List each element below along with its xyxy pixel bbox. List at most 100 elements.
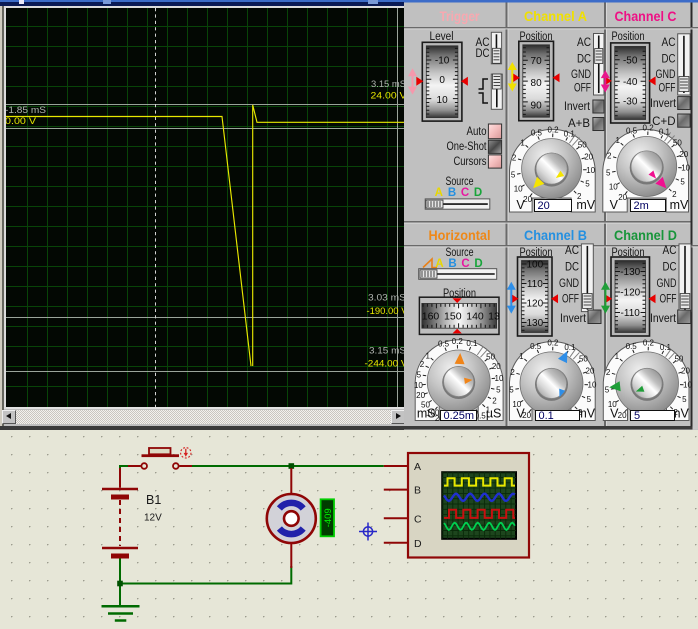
svg-text:24.00 V: 24.00 V xyxy=(371,91,407,102)
svg-text:10: 10 xyxy=(586,166,595,175)
svg-text:GND: GND xyxy=(656,69,676,81)
svg-text:-10: -10 xyxy=(435,56,450,67)
svg-text:3.15 mS: 3.15 mS xyxy=(371,79,406,90)
svg-text:OFF: OFF xyxy=(562,294,579,306)
svg-text:mV: mV xyxy=(670,198,689,212)
svg-text:AC: AC xyxy=(663,245,677,257)
svg-text:50: 50 xyxy=(486,352,495,361)
svg-text:10: 10 xyxy=(681,164,690,173)
svg-text:-30: -30 xyxy=(623,97,638,108)
svg-text:AC: AC xyxy=(662,37,676,49)
svg-text:0.5: 0.5 xyxy=(438,340,450,349)
svg-text:-110: -110 xyxy=(621,308,641,319)
svg-text:Invert: Invert xyxy=(564,101,591,113)
svg-text:0.2: 0.2 xyxy=(643,123,655,132)
svg-text:160: 160 xyxy=(422,311,440,323)
svg-text:3.03 mS: 3.03 mS xyxy=(368,293,406,304)
svg-text:10: 10 xyxy=(609,182,618,191)
svg-text:50: 50 xyxy=(673,138,682,147)
svg-text:D: D xyxy=(414,538,422,550)
svg-text:2: 2 xyxy=(510,368,515,377)
svg-text:DC: DC xyxy=(663,262,677,274)
svg-text:-130: -130 xyxy=(620,267,640,278)
svg-text:10: 10 xyxy=(437,95,449,106)
svg-text:5: 5 xyxy=(605,386,610,395)
svg-text:-1.85 mS: -1.85 mS xyxy=(6,105,46,116)
svg-text:20: 20 xyxy=(679,150,688,159)
svg-text:DC: DC xyxy=(577,54,591,66)
svg-text:1: 1 xyxy=(615,352,620,361)
svg-text:-40: -40 xyxy=(623,77,638,88)
svg-text:0.00 V: 0.00 V xyxy=(6,116,37,127)
svg-text:80: 80 xyxy=(531,78,543,89)
svg-text:Cursors: Cursors xyxy=(454,156,487,168)
svg-text:GND: GND xyxy=(657,278,677,290)
svg-text:100: 100 xyxy=(526,260,543,271)
svg-text:140: 140 xyxy=(466,311,484,323)
svg-text:0.2: 0.2 xyxy=(547,125,559,134)
svg-text:0.5: 0.5 xyxy=(626,126,638,135)
svg-text:12V: 12V xyxy=(144,513,162,524)
svg-text:20: 20 xyxy=(681,367,690,376)
svg-text:V: V xyxy=(610,198,619,212)
svg-text:-120: -120 xyxy=(620,288,640,299)
svg-text:-50: -50 xyxy=(623,55,638,66)
svg-text:10: 10 xyxy=(495,374,504,383)
svg-text:0.5: 0.5 xyxy=(530,342,542,351)
svg-text:2: 2 xyxy=(420,360,425,369)
svg-text:1: 1 xyxy=(425,351,430,360)
svg-text:5: 5 xyxy=(682,395,687,404)
svg-text:10: 10 xyxy=(683,381,692,390)
svg-text:0.1: 0.1 xyxy=(466,339,478,348)
svg-text:20: 20 xyxy=(492,362,501,371)
svg-text:C+D: C+D xyxy=(652,116,675,128)
svg-text:0.5: 0.5 xyxy=(531,129,543,138)
svg-text:1: 1 xyxy=(520,138,525,147)
svg-text:V: V xyxy=(516,198,525,212)
svg-text:110: 110 xyxy=(527,279,543,290)
svg-text:Level: Level xyxy=(430,31,454,43)
svg-text:0.2: 0.2 xyxy=(643,339,655,348)
svg-text:B1: B1 xyxy=(146,493,161,507)
svg-text:50: 50 xyxy=(578,140,587,149)
svg-text:mS: mS xyxy=(417,407,436,421)
svg-text:0: 0 xyxy=(439,75,445,86)
svg-text:DC: DC xyxy=(476,48,490,60)
svg-text:A+B: A+B xyxy=(568,118,590,130)
svg-text:70: 70 xyxy=(531,56,543,67)
svg-text:5: 5 xyxy=(587,395,592,404)
svg-text:0.2: 0.2 xyxy=(547,339,559,348)
svg-text:AC: AC xyxy=(565,245,579,257)
svg-text:2: 2 xyxy=(492,396,497,405)
svg-text:10: 10 xyxy=(414,381,423,390)
svg-text:0.2: 0.2 xyxy=(452,337,464,346)
svg-text:mV: mV xyxy=(576,198,595,212)
svg-text:5: 5 xyxy=(585,180,590,189)
svg-text:V: V xyxy=(516,407,525,421)
svg-text:DC: DC xyxy=(662,54,676,66)
svg-text:Auto: Auto xyxy=(467,126,487,138)
svg-text:5: 5 xyxy=(680,178,685,187)
svg-text:5: 5 xyxy=(496,386,501,395)
svg-text:13: 13 xyxy=(488,311,500,323)
svg-text:3.15 mS: 3.15 mS xyxy=(369,346,406,357)
svg-text:2: 2 xyxy=(606,368,611,377)
svg-text:0.1: 0.1 xyxy=(564,343,576,352)
svg-text:DC: DC xyxy=(565,262,579,274)
svg-text:Channel A: Channel A xyxy=(524,9,587,24)
svg-text:20: 20 xyxy=(416,391,425,400)
svg-text:Position: Position xyxy=(612,31,645,43)
svg-text:Trigger: Trigger xyxy=(440,9,481,24)
svg-text:Invert: Invert xyxy=(650,98,677,110)
svg-text:µS: µS xyxy=(486,407,502,421)
svg-text:0.5: 0.5 xyxy=(626,342,638,351)
svg-text:Channel B: Channel B xyxy=(524,228,587,243)
svg-text:B: B xyxy=(448,187,456,199)
svg-text:V: V xyxy=(610,407,619,421)
svg-text:0.1: 0.1 xyxy=(660,343,672,352)
svg-text:-190.00 V: -190.00 V xyxy=(367,306,407,317)
svg-text:20: 20 xyxy=(618,411,627,420)
svg-text:GND: GND xyxy=(559,278,579,290)
svg-text:120: 120 xyxy=(526,299,543,310)
svg-text:OFF: OFF xyxy=(574,83,591,95)
